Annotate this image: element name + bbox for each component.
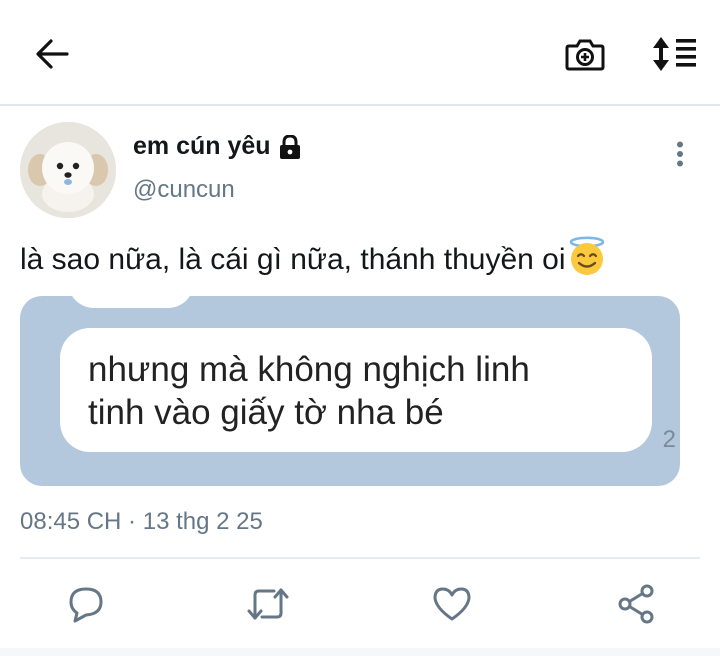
share-button[interactable] [612,580,660,628]
tweet-timestamp: 08:45 CH · 13 thg 2 25 [20,508,263,535]
puppy-avatar-icon [20,122,116,218]
share-icon [618,584,654,624]
heart-icon [433,587,471,621]
reply-icon [69,587,103,623]
author-name-row: em cún yêu [133,132,301,161]
chat-bubble-line-1: nhưng mà không nghịch linh [88,350,530,389]
tweet-body: là sao nữa, là cái gì nữa, thánh thuyền … [20,243,566,276]
divider [20,557,700,559]
message-count: 2 [662,426,676,453]
reply-button[interactable] [62,580,110,628]
author-handle[interactable]: @cuncun [133,176,235,204]
like-button[interactable] [428,580,476,628]
top-app-bar [0,0,720,106]
tweet-media-image[interactable]: nhưng mà không nghịch linh tinh vào giấy… [20,296,680,486]
more-vertical-icon [677,141,683,167]
partial-chat-bubble [68,296,194,308]
camera-button[interactable] [556,30,614,78]
lock-icon [279,134,300,159]
bottom-edge [0,648,720,656]
retweet-button[interactable] [244,580,292,628]
back-button[interactable] [24,30,80,78]
sort-button[interactable] [644,28,706,80]
sort-list-icon [653,37,696,71]
chat-bubble-line-2: tinh vào giấy tờ nha bé [88,393,444,432]
retweet-icon [247,588,289,620]
more-options-button[interactable] [664,136,696,172]
display-name[interactable]: em cún yêu [133,132,271,161]
camera-plus-icon [565,39,605,71]
chat-bubble-text: nhưng mà không nghịch linh tinh vào giấy… [88,348,530,434]
tweet-text: là sao nữa, là cái gì nữa, thánh thuyền … [20,236,606,284]
back-arrow-icon [36,39,69,69]
smiling-face-with-halo-emoji-icon [568,236,606,284]
avatar[interactable] [20,122,116,218]
